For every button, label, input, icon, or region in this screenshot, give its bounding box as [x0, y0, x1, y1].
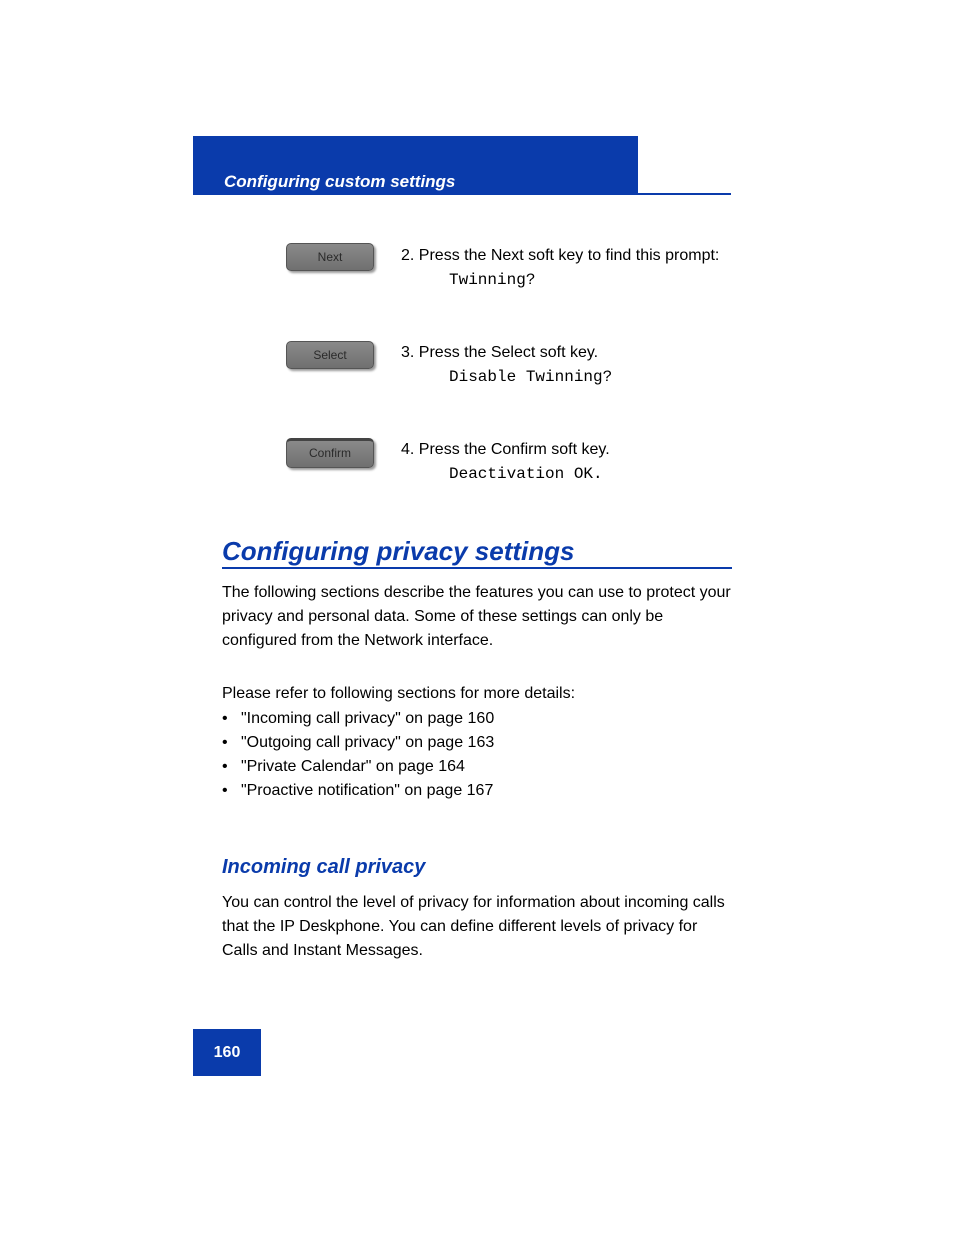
step-2-line1: 2. Press the Next soft key to find this …: [401, 247, 719, 264]
page-number: 160: [193, 1029, 261, 1076]
subsection-heading-incoming: Incoming call privacy: [222, 856, 425, 879]
bullet-icon: •: [222, 782, 241, 799]
step-3-text: 3. Press the Select soft key. Disable Tw…: [401, 341, 741, 389]
bullet-icon: •: [222, 710, 241, 727]
list-item-3: • "Private Calendar" on page 164: [222, 755, 732, 779]
step-4-text: 4. Press the Confirm soft key. Deactivat…: [401, 438, 741, 486]
softkey-confirm: Confirm: [286, 438, 374, 468]
list-item-3-text: "Private Calendar" on page 164: [241, 758, 465, 775]
bullet-icon: •: [222, 758, 241, 775]
list-item-1-text: "Incoming call privacy" on page 160: [241, 710, 494, 727]
step-4-line1: 4. Press the Confirm soft key.: [401, 441, 610, 458]
list-item-4-text: "Proactive notification" on page 167: [241, 782, 493, 799]
section-para: The following sections describe the feat…: [222, 581, 732, 653]
list-intro: Please refer to following sections for m…: [222, 682, 732, 706]
step-2-prompt: Twinning?: [449, 268, 535, 292]
list-item-2: • "Outgoing call privacy" on page 163: [222, 731, 732, 755]
header-section-label: Configuring custom settings: [224, 172, 455, 192]
step-2-text: 2. Press the Next soft key to find this …: [401, 244, 741, 292]
softkey-next: Next: [286, 243, 374, 271]
bullet-icon: •: [222, 734, 241, 751]
step-3-line1: 3. Press the Select soft key.: [401, 344, 598, 361]
step-4-prompt: Deactivation OK.: [449, 462, 603, 486]
softkey-select: Select: [286, 341, 374, 369]
document-page: Configuring custom settings Next 2. Pres…: [0, 0, 954, 1235]
header-rule: [193, 193, 731, 195]
section-heading-privacy: Configuring privacy settings: [222, 536, 575, 567]
list-item-1: • "Incoming call privacy" on page 160: [222, 707, 732, 731]
list-item-4: • "Proactive notification" on page 167: [222, 779, 732, 803]
list-item-2-text: "Outgoing call privacy" on page 163: [241, 734, 494, 751]
section-heading-rule: [222, 567, 732, 569]
step-3-prompt: Disable Twinning?: [449, 365, 612, 389]
subsection-para: You can control the level of privacy for…: [222, 891, 732, 963]
